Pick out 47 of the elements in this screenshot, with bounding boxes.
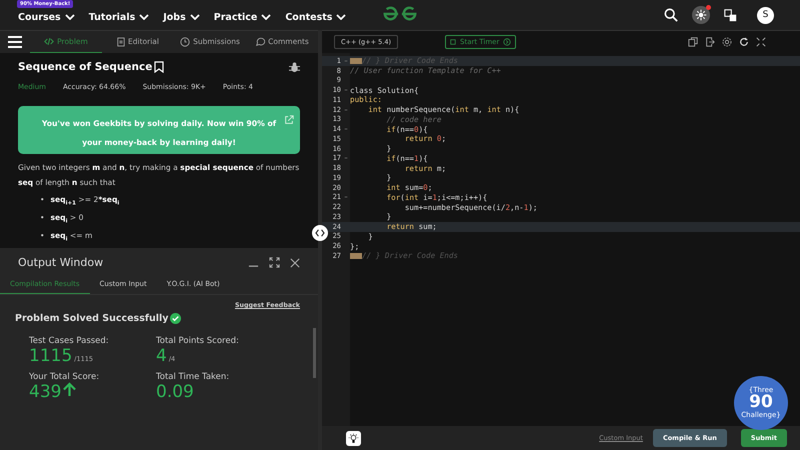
nav-menu[interactable]: Practice	[214, 8, 272, 22]
chevron-down-icon	[139, 14, 150, 20]
chevron-down-icon	[336, 14, 346, 20]
stat-value: 4	[156, 346, 167, 366]
fullscreen-icon[interactable]	[756, 37, 766, 47]
output-window-title: Output Window	[18, 256, 104, 269]
play-circle-icon	[503, 38, 512, 46]
document-icon	[117, 36, 126, 46]
nav-menu[interactable]: Jobs	[163, 8, 200, 22]
settings-icon[interactable]	[722, 37, 732, 47]
code-icon	[44, 37, 54, 46]
theme-toggle-icon[interactable]	[692, 6, 710, 24]
problem-title: Sequence of Sequence	[18, 61, 152, 73]
close-icon[interactable]	[290, 258, 300, 268]
user-avatar[interactable]: S	[757, 6, 774, 24]
stat-label: Total Time Taken:	[156, 372, 230, 382]
chevron-down-icon	[261, 14, 272, 20]
expand-icon[interactable]	[269, 257, 280, 268]
chat-bubble-icon	[255, 36, 266, 46]
check-circle-icon	[170, 313, 182, 324]
stat-value: 0.09	[156, 382, 194, 402]
nav-menu[interactable]: Contests	[285, 8, 346, 22]
stat-label: Test Cases Passed:	[29, 336, 110, 346]
stop-square-icon	[450, 39, 456, 45]
chevron-down-icon	[190, 14, 200, 20]
file-export-icon[interactable]	[705, 37, 715, 47]
clock-icon	[180, 36, 190, 46]
folded-marker-icon[interactable]	[350, 58, 362, 64]
translate-icon[interactable]	[724, 8, 737, 22]
nav-menu[interactable]: Courses	[18, 8, 75, 22]
lightbulb-icon[interactable]	[346, 430, 361, 446]
stat-label: Your Total Score:	[29, 372, 100, 382]
stat-label: Total Points Scored:	[156, 336, 240, 346]
bug-icon[interactable]	[289, 62, 300, 72]
external-link-icon	[284, 115, 294, 125]
copy-icon[interactable]	[688, 37, 698, 47]
status-text: Problem Solved Successfully	[15, 313, 168, 324]
stat-value: 1115	[29, 346, 72, 366]
chevron-down-icon	[64, 14, 75, 20]
folded-marker-icon[interactable]	[350, 252, 362, 259]
search-icon[interactable]	[664, 8, 678, 22]
nav-menu[interactable]: Tutorials	[88, 8, 150, 22]
menu-icon[interactable]	[8, 36, 22, 48]
refresh-icon[interactable]	[739, 37, 749, 47]
bookmark-icon[interactable]	[154, 61, 164, 73]
stat-value: 439	[29, 382, 62, 402]
logo-icon[interactable]	[381, 5, 419, 23]
